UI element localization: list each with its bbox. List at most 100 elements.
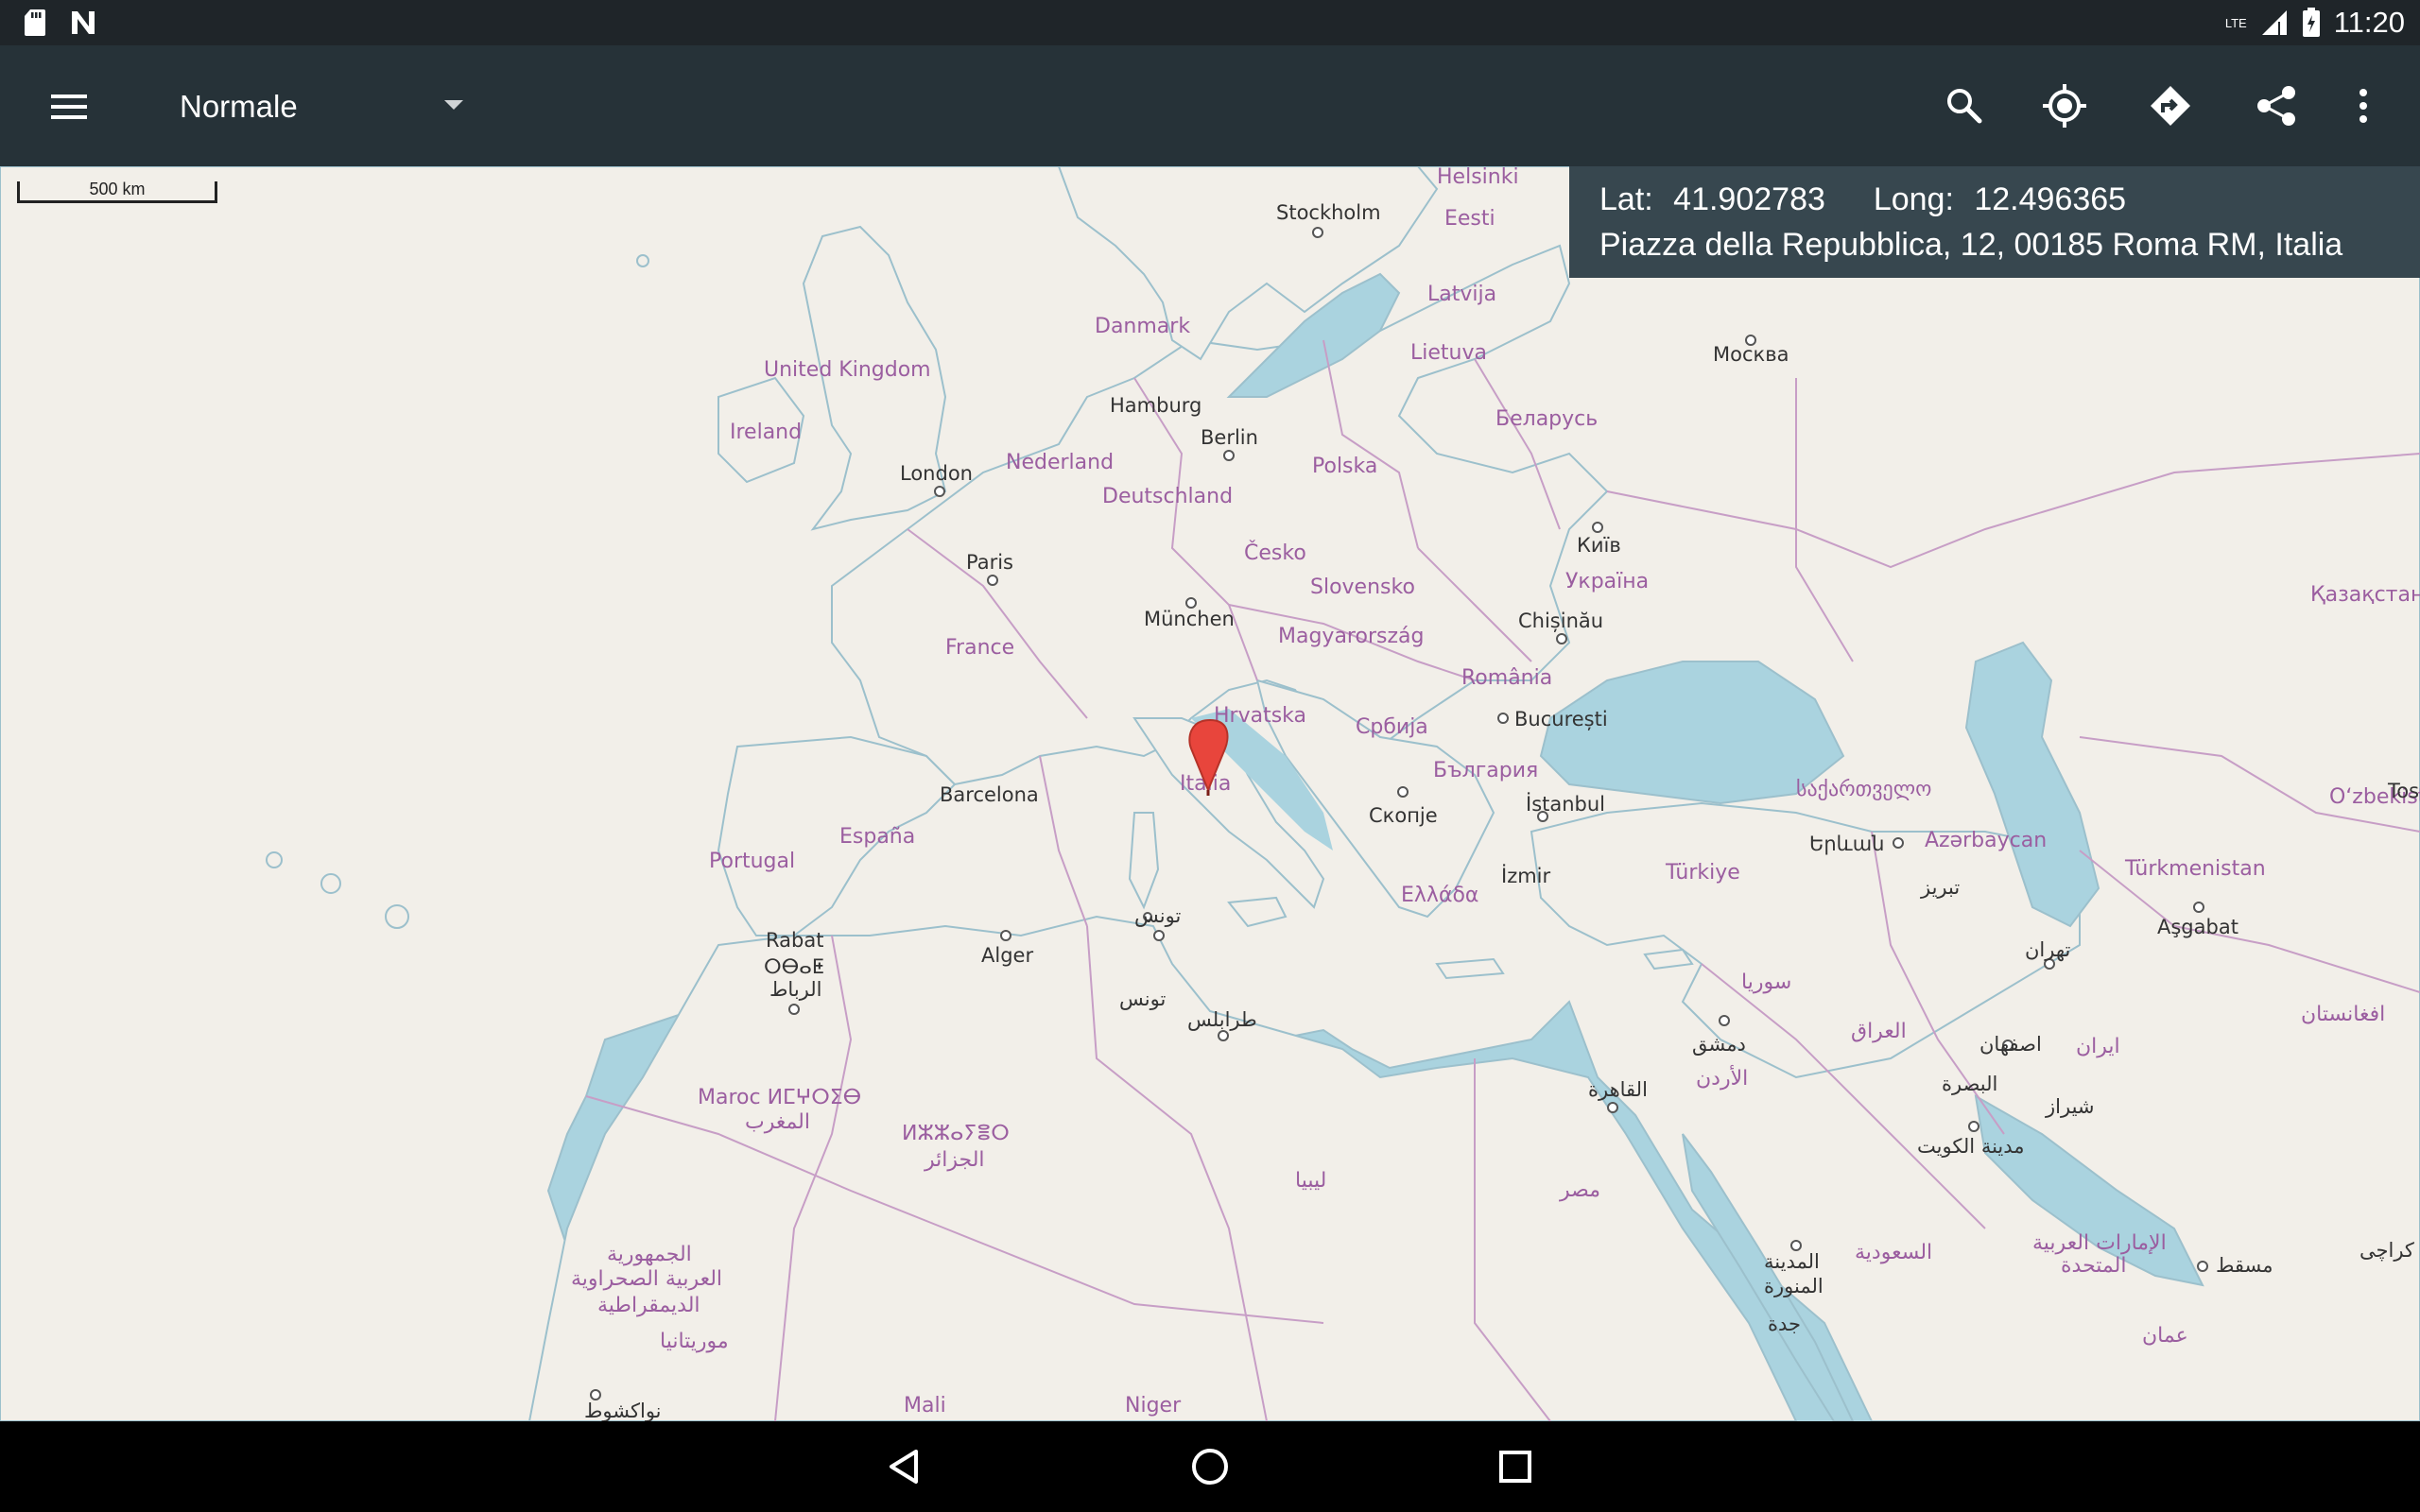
svg-text:Česko: Česko	[1244, 541, 1306, 565]
svg-text:Polska: Polska	[1312, 455, 1377, 478]
svg-text:طرابلس: طرابلس	[1187, 1008, 1257, 1031]
scale-label: 500 km	[89, 180, 146, 198]
svg-text:Беларусь: Беларусь	[1495, 407, 1598, 431]
svg-text:München: München	[1144, 608, 1235, 630]
svg-text:Türkmenistan: Türkmenistan	[2124, 857, 2266, 881]
svg-text:Alger: Alger	[981, 944, 1033, 967]
svg-text:Helsinki: Helsinki	[1437, 166, 1519, 189]
svg-text:الرباط: الرباط	[769, 978, 821, 1001]
svg-text:Danmark: Danmark	[1095, 315, 1190, 338]
svg-text:تبریز: تبریز	[1920, 876, 1960, 899]
svg-text:İstanbul: İstanbul	[1526, 792, 1605, 816]
location-info-panel[interactable]: Lat: 41.902783 Long: 12.496365 Piazza de…	[1569, 166, 2420, 278]
signal-icon	[2261, 10, 2287, 35]
map-type-dropdown[interactable]: Normale	[170, 74, 482, 138]
recents-button[interactable]	[1482, 1440, 1548, 1493]
svg-text:ⵔⴱⴰⵟ: ⵔⴱⴰⵟ	[764, 955, 824, 978]
network-type-label: LTE	[2224, 15, 2247, 30]
svg-text:България: България	[1433, 759, 1538, 782]
home-button[interactable]	[1177, 1440, 1243, 1493]
svg-text:المدينة: المدينة	[1764, 1250, 1820, 1273]
svg-text:საქართველო: საქართველო	[1796, 778, 1931, 801]
long-label: Long:	[1873, 181, 1954, 217]
svg-text:كراچى: كراچى	[2360, 1239, 2414, 1262]
my-location-button[interactable]	[2027, 68, 2102, 144]
svg-text:Türkiye: Türkiye	[1665, 861, 1740, 885]
svg-text:Москва: Москва	[1713, 343, 1789, 366]
svg-text:Україна: Україна	[1565, 570, 1649, 593]
svg-text:الديمقراطية: الديمقراطية	[597, 1294, 700, 1317]
back-icon	[890, 1450, 918, 1484]
svg-text:عمان: عمان	[2142, 1324, 2188, 1348]
svg-text:المتحدة: المتحدة	[2061, 1254, 2126, 1278]
long-value: 12.496365	[1974, 181, 2127, 217]
recents-icon	[1499, 1451, 1531, 1483]
svg-text:Slovensko: Slovensko	[1310, 576, 1415, 599]
svg-text:تونس: تونس	[1119, 988, 1166, 1010]
address-text: Piazza della Repubblica, 12, 00185 Roma …	[1599, 227, 2343, 263]
svg-text:Երևան: Երևան	[1809, 833, 1885, 855]
svg-text:İzmir: İzmir	[1501, 864, 1551, 887]
svg-text:București: București	[1514, 708, 1608, 730]
svg-text:شيراز: شيراز	[2045, 1095, 2095, 1118]
svg-text:المغرب: المغرب	[745, 1110, 810, 1134]
svg-text:Србија: Србија	[1356, 715, 1428, 739]
svg-text:España: España	[839, 825, 915, 849]
svg-text:România: România	[1461, 666, 1552, 690]
search-icon	[1947, 89, 1982, 124]
share-button[interactable]	[2238, 68, 2314, 144]
svg-text:Rabat: Rabat	[766, 929, 823, 952]
svg-text:اصفهان: اصفهان	[1979, 1033, 2042, 1056]
svg-text:موريتانيا: موريتانيا	[660, 1330, 729, 1353]
svg-text:Magyarország: Magyarország	[1278, 625, 1424, 648]
svg-text:Lietuva: Lietuva	[1410, 341, 1487, 365]
svg-text:Azərbaycan: Azərbaycan	[1925, 829, 2047, 852]
svg-text:Stockholm: Stockholm	[1276, 201, 1381, 224]
svg-text:Barcelona: Barcelona	[940, 783, 1039, 806]
svg-text:ليبيا: ليبيا	[1295, 1169, 1326, 1193]
svg-text:Tos: Tos	[2387, 780, 2419, 802]
svg-text:Қазақстан: Қазақстан	[2310, 583, 2420, 607]
svg-text:Niger: Niger	[1125, 1394, 1182, 1418]
sd-card-icon	[25, 9, 45, 36]
svg-text:المنورة: المنورة	[1764, 1275, 1824, 1297]
coordinates-row: Lat: 41.902783 Long: 12.496365	[1599, 181, 2126, 218]
svg-text:القاهرة: القاهرة	[1588, 1078, 1648, 1101]
dropdown-arrow-icon	[444, 100, 463, 110]
menu-button[interactable]	[38, 79, 98, 132]
svg-text:Latvija: Latvija	[1427, 283, 1496, 306]
svg-text:Deutschland: Deutschland	[1102, 485, 1233, 508]
map-type-label: Normale	[180, 89, 298, 124]
menu-icon	[51, 94, 87, 119]
app-toolbar: Normale	[0, 45, 2420, 166]
directions-button[interactable]	[2133, 68, 2208, 144]
home-icon	[1192, 1449, 1228, 1485]
n-notification-icon	[72, 11, 95, 34]
svg-text:تونس: تونس	[1134, 904, 1181, 927]
svg-text:Maroc ⵍⵎⵖⵔⵉⴱ: Maroc ⵍⵎⵖⵔⵉⴱ	[698, 1086, 861, 1109]
svg-text:سوريا: سوريا	[1741, 971, 1791, 994]
svg-text:العربية الصحراوية: العربية الصحراوية	[571, 1267, 722, 1291]
svg-text:Chișinău: Chișinău	[1518, 610, 1603, 632]
svg-text:Ελλάδα: Ελλάδα	[1401, 884, 1478, 907]
svg-text:Nederland: Nederland	[1006, 451, 1114, 474]
svg-text:France: France	[945, 636, 1014, 660]
svg-text:Aşgabat: Aşgabat	[2157, 916, 2238, 938]
lat-value: 41.902783	[1673, 181, 1825, 217]
map-pin-icon	[1191, 720, 1229, 796]
svg-text:دمشق: دمشق	[1692, 1033, 1746, 1056]
svg-text:مصر: مصر	[1559, 1178, 1600, 1202]
back-button[interactable]	[872, 1440, 938, 1493]
map-view[interactable]: Helsinki Eesti Latvija Lietuva Danmark U…	[0, 166, 2420, 1421]
svg-text:Mali: Mali	[904, 1394, 946, 1418]
more-options-button[interactable]	[2325, 68, 2401, 144]
svg-text:تهران: تهران	[2025, 938, 2071, 961]
battery-icon	[2302, 8, 2320, 37]
svg-text:Ireland: Ireland	[730, 421, 802, 444]
more-vert-icon	[2360, 89, 2367, 123]
svg-text:Київ: Київ	[1577, 534, 1621, 557]
svg-text:السعودية: السعودية	[1855, 1241, 1932, 1264]
svg-text:الجمهورية: الجمهورية	[607, 1243, 692, 1266]
status-bar: LTE 11:20	[0, 0, 2420, 45]
search-button[interactable]	[1927, 68, 2002, 144]
